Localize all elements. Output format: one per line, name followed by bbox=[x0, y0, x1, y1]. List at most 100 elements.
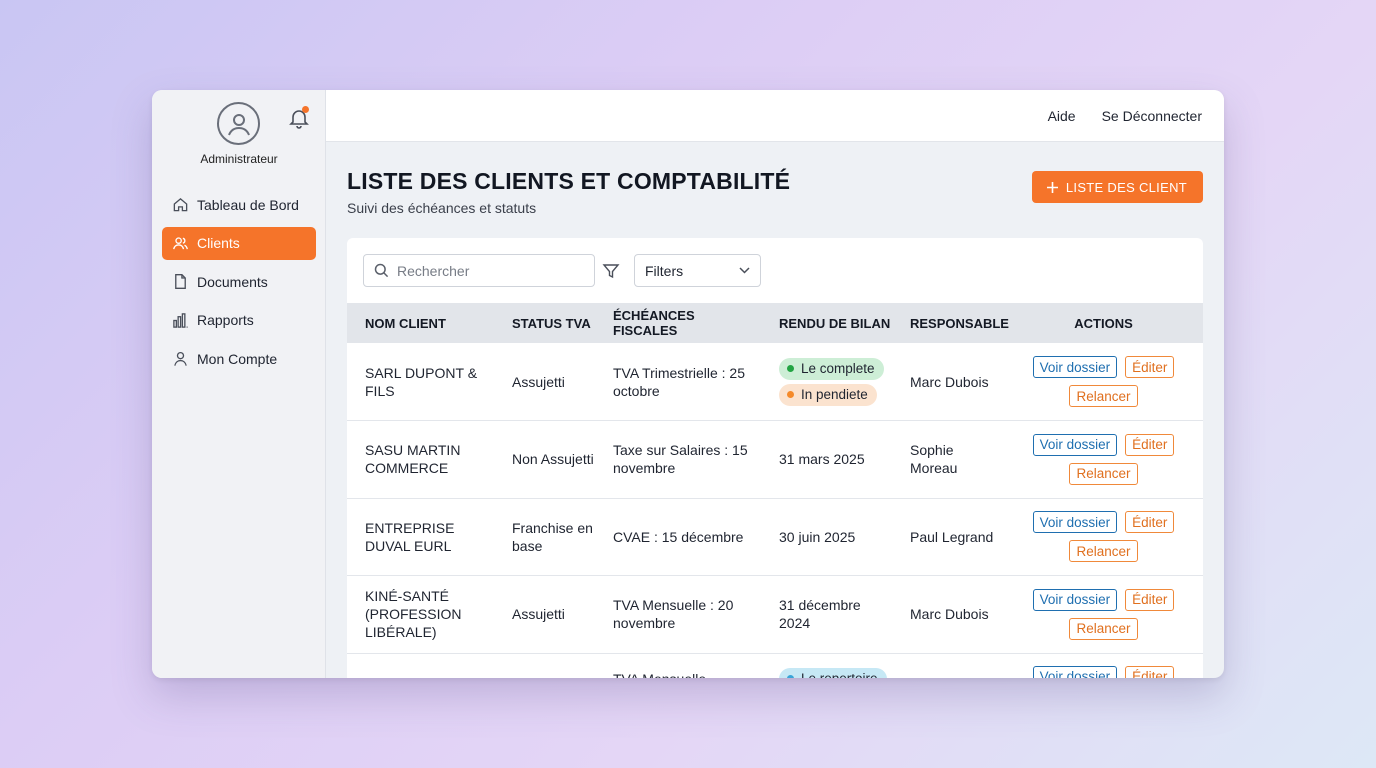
column-header-actions: ACTIONS bbox=[1074, 315, 1133, 331]
client-name-cell bbox=[347, 653, 494, 678]
sidebar-item-label: Mon Compte bbox=[197, 350, 278, 367]
edit-button[interactable]: Éditer bbox=[1125, 356, 1175, 378]
responsible-cell: Marc Dubois bbox=[910, 606, 989, 623]
tva-status-cell: Assujetti bbox=[512, 606, 565, 623]
sidebar-item-label: Tableau de Bord bbox=[197, 196, 299, 213]
table-row: TVA Mensuelle Le repertoire Voir dossier… bbox=[347, 653, 1203, 678]
sidebar-item-label: Rapports bbox=[197, 312, 254, 328]
view-file-button[interactable]: Voir dossier bbox=[1032, 588, 1118, 611]
clients-table: NOM CLIENT STATUS TVA ÉCHÉANCES FISCALES… bbox=[347, 303, 1203, 678]
logout-link[interactable]: Se Déconnecter bbox=[1102, 108, 1202, 124]
view-file-button[interactable]: Voir dossier bbox=[1032, 433, 1118, 456]
view-file-button[interactable]: Voir dossier bbox=[1032, 511, 1118, 534]
notification-dot bbox=[302, 106, 309, 113]
deadline-cell: TVA Trimestrielle : 25 octobre bbox=[613, 364, 746, 399]
sidebar-item-reports[interactable]: Rapports bbox=[162, 304, 316, 337]
deadline-cell: TVA Mensuelle bbox=[595, 653, 761, 679]
search-box[interactable] bbox=[363, 254, 595, 287]
column-header-responsible[interactable]: RESPONSABLE bbox=[892, 303, 1009, 343]
status-dot bbox=[787, 675, 794, 678]
column-header-client[interactable]: NOM CLIENT bbox=[347, 303, 494, 343]
chevron-down-icon bbox=[739, 267, 750, 274]
client-name-cell: SARL DUPONT & FILS bbox=[365, 364, 478, 399]
deadline-cell: TVA Mensuelle : 20 novembre bbox=[613, 597, 734, 632]
view-file-button[interactable]: Voir dossier bbox=[1032, 665, 1118, 678]
add-client-button[interactable]: LISTE DES CLIENT bbox=[1031, 171, 1203, 203]
status-dot bbox=[787, 391, 794, 398]
column-header-tva[interactable]: STATUS TVA bbox=[494, 303, 595, 343]
responsible-cell: Sophie Moreau bbox=[910, 442, 958, 477]
balance-cell: Le repertoire bbox=[761, 653, 892, 678]
status-badge-label: In pendiete bbox=[801, 386, 868, 402]
table-row: SARL DUPONT & FILS Assujetti TVA Trimest… bbox=[347, 343, 1203, 421]
filters-dropdown-label: Filters bbox=[645, 262, 684, 279]
tva-status-cell bbox=[494, 653, 595, 678]
table-row: KINÉ-SANTÉ (PROFESSION LIBÉRALE) Assujet… bbox=[347, 576, 1203, 654]
client-name-cell: SASU MARTIN COMMERCE bbox=[365, 442, 461, 477]
tva-status-cell: Assujetti bbox=[512, 373, 565, 390]
add-client-button-label: LISTE DES CLIENT bbox=[1065, 179, 1187, 195]
deadline-cell: CVAE : 15 décembre bbox=[613, 528, 744, 545]
view-file-button[interactable]: Voir dossier bbox=[1032, 356, 1118, 378]
status-badge: Le repertoire bbox=[779, 667, 887, 679]
status-badge: In pendiete bbox=[779, 383, 877, 406]
deadline-cell: Taxe sur Salaires : 15 novembre bbox=[613, 442, 748, 477]
home-icon bbox=[173, 197, 188, 212]
client-name-cell: KINÉ-SANTÉ (PROFESSION LIBÉRALE) bbox=[365, 588, 462, 641]
balance-cell: 30 juin 2025 bbox=[779, 528, 856, 545]
avatar[interactable] bbox=[217, 102, 260, 145]
sidebar-item-clients[interactable]: Clients bbox=[162, 226, 316, 260]
main-content: Aide Se Déconnecter LISTE DES CLIENTS ET… bbox=[326, 90, 1224, 678]
page-title: LISTE DES CLIENTS ET COMPTABILITÉ bbox=[347, 168, 791, 194]
sidebar: Administrateur Tableau de Bord Clients D… bbox=[152, 90, 326, 678]
actions-cell: Voir dossier Éditer Relancer bbox=[1004, 498, 1203, 576]
edit-button[interactable]: Éditer bbox=[1125, 665, 1175, 678]
balance-cell: Le complete In pendiete bbox=[761, 343, 892, 421]
user-icon bbox=[174, 351, 187, 366]
remind-button[interactable]: Relancer bbox=[1069, 540, 1138, 563]
actions-cell: Voir dossier Éditer Relancer bbox=[1004, 576, 1203, 654]
sidebar-item-documents[interactable]: Documents bbox=[162, 265, 316, 298]
remind-button[interactable]: Relancer bbox=[1069, 385, 1138, 407]
remind-button[interactable]: Relancer bbox=[1069, 617, 1138, 640]
filter-icon[interactable] bbox=[602, 262, 620, 280]
actions-cell: Voir dossier Éditer Relancer bbox=[1004, 421, 1203, 499]
sidebar-item-dashboard[interactable]: Tableau de Bord bbox=[162, 188, 316, 221]
tva-status-cell: Non Assujetti bbox=[512, 451, 594, 468]
user-role-label: Administrateur bbox=[200, 152, 278, 166]
app-window: Administrateur Tableau de Bord Clients D… bbox=[152, 90, 1224, 678]
status-badge: Le complete bbox=[779, 357, 884, 380]
edit-button[interactable]: Éditer bbox=[1125, 588, 1175, 611]
actions-cell: Voir dossier Éditer bbox=[1004, 653, 1203, 678]
bar-chart-icon bbox=[173, 312, 188, 328]
column-header-balance[interactable]: RENDU DE BILAN bbox=[761, 303, 892, 343]
responsible-cell: Paul Legrand bbox=[910, 528, 994, 545]
user-avatar-icon bbox=[227, 113, 250, 135]
page-subtitle: Suivi des échéances et statuts bbox=[347, 200, 537, 216]
table-row: ENTREPRISE DUVAL EURL Franchise en base … bbox=[347, 498, 1203, 576]
table-header-row: NOM CLIENT STATUS TVA ÉCHÉANCES FISCALES… bbox=[347, 303, 1203, 343]
edit-button[interactable]: Éditer bbox=[1125, 511, 1175, 534]
sidebar-item-account[interactable]: Mon Compte bbox=[162, 342, 316, 375]
column-header-deadlines[interactable]: ÉCHÉANCES FISCALES bbox=[595, 303, 761, 343]
edit-button[interactable]: Éditer bbox=[1125, 433, 1175, 456]
help-link[interactable]: Aide bbox=[1048, 108, 1076, 124]
sidebar-nav: Tableau de Bord Clients Documents Rappor… bbox=[162, 188, 316, 381]
responsible-cell: Marc Dubois bbox=[910, 373, 989, 390]
search-icon bbox=[374, 263, 389, 278]
balance-cell: 31 décembre 2024 bbox=[779, 597, 861, 632]
users-icon bbox=[173, 236, 188, 249]
top-bar: Aide Se Déconnecter bbox=[326, 90, 1224, 142]
client-name-cell: ENTREPRISE DUVAL EURL bbox=[365, 519, 455, 554]
filters-dropdown[interactable]: Filters bbox=[634, 254, 761, 287]
status-badge-label: Le repertoire bbox=[801, 670, 878, 679]
status-badge-label: Le complete bbox=[801, 360, 875, 376]
tva-status-cell: Franchise en base bbox=[512, 519, 593, 554]
sidebar-item-label: Documents bbox=[197, 273, 268, 290]
plus-icon bbox=[1046, 181, 1058, 193]
document-icon bbox=[175, 274, 186, 289]
search-input[interactable] bbox=[397, 262, 587, 279]
remind-button[interactable]: Relancer bbox=[1069, 462, 1138, 485]
table-row: SASU MARTIN COMMERCE Non Assujetti Taxe … bbox=[347, 421, 1203, 499]
clients-card: Filters NOM CLIENT STATUS TVA ÉCHÉANCES … bbox=[347, 238, 1203, 678]
